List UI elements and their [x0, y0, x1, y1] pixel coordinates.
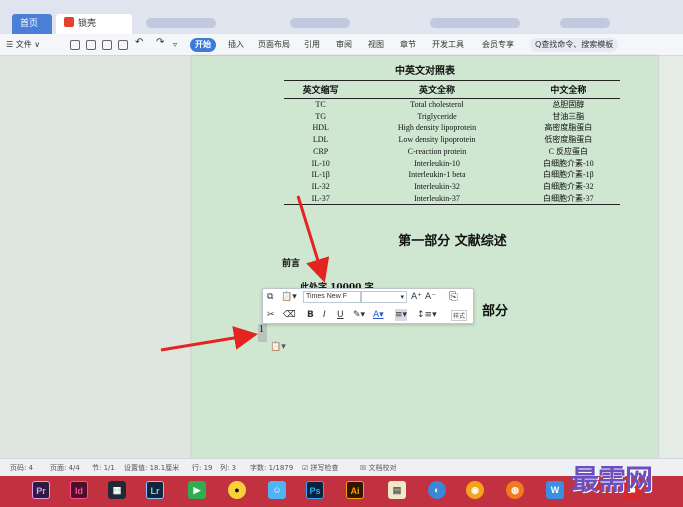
status-words[interactable]: 字数: 1/1879: [250, 463, 293, 473]
photoshop-app-icon[interactable]: Ps: [306, 481, 324, 499]
media-app-icon[interactable]: ▶: [188, 481, 206, 499]
notes-app-icon[interactable]: ▤: [388, 481, 406, 499]
video-app-icon[interactable]: ▦: [108, 481, 126, 499]
browser-app-icon[interactable]: ◐: [428, 481, 446, 499]
spell-check-toggle[interactable]: ☑ 拼写检查: [302, 463, 339, 473]
status-page-code: 页码: 4: [10, 464, 34, 472]
status-setting: 设置值: 18.1厘米: [124, 464, 180, 472]
status-page: 页面: 4/4: [50, 464, 80, 472]
qq-app-icon[interactable]: ●: [228, 481, 246, 499]
status-row: 行: 19: [192, 464, 213, 472]
firefox-app-icon[interactable]: ◍: [506, 481, 524, 499]
status-col: 列: 3: [220, 464, 237, 472]
watermark-logo: 最需网: [571, 463, 653, 496]
premiere-app-icon[interactable]: Pr: [32, 481, 50, 499]
chrome-app-icon[interactable]: ◉: [466, 481, 484, 499]
arrow-to-line: [160, 326, 258, 352]
annotation-arrows: [160, 195, 330, 352]
wps-app-icon[interactable]: W: [546, 481, 564, 499]
arrow-to-toolbar: [296, 195, 330, 283]
indesign-app-icon[interactable]: Id: [70, 481, 88, 499]
illustrator-app-icon[interactable]: Ai: [346, 481, 364, 499]
proofread-toggle[interactable]: ☒ 文档校对: [360, 463, 397, 473]
lightroom-app-icon[interactable]: Lr: [146, 481, 164, 499]
status-section: 节: 1/1: [92, 464, 115, 472]
finder-app-icon[interactable]: ☺: [268, 481, 286, 499]
